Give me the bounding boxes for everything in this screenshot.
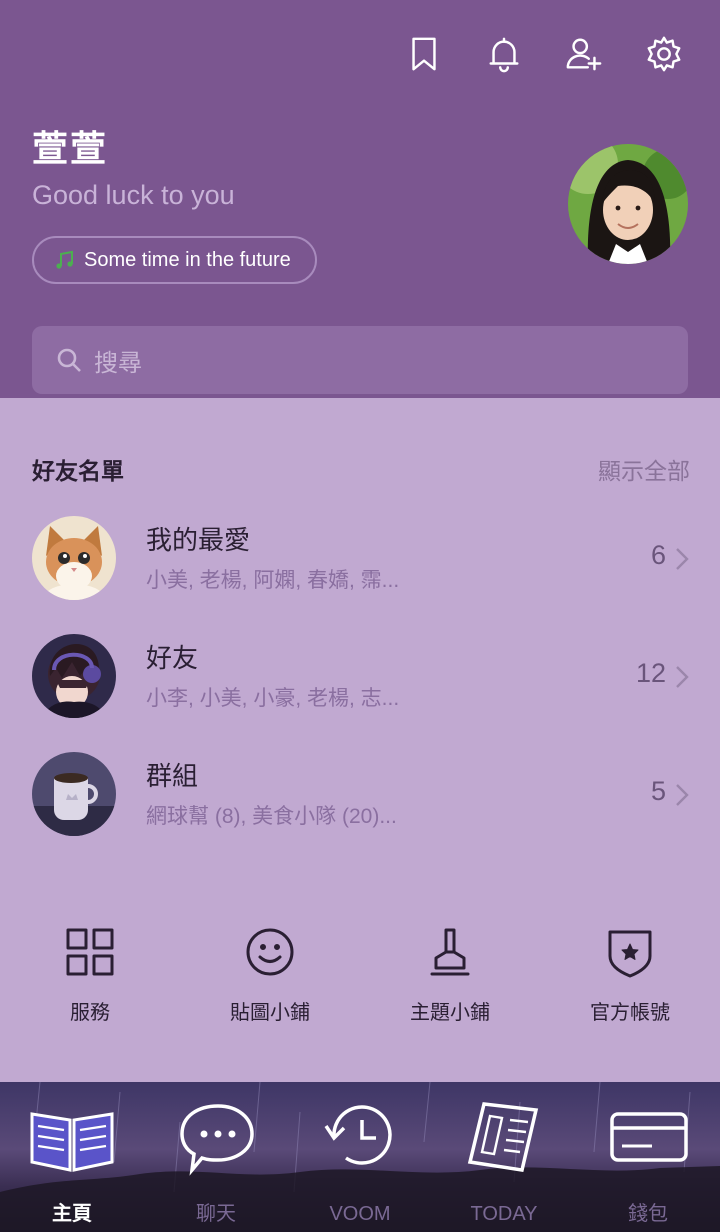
nav-voom[interactable]: VOOM (288, 1082, 432, 1232)
grid-icon (66, 928, 114, 976)
official-accounts-label: 官方帳號 (590, 1002, 670, 1024)
bell-icon[interactable] (484, 34, 524, 74)
nav-home-label: 主頁 (52, 1203, 92, 1225)
add-friend-icon[interactable] (564, 34, 604, 74)
nav-wallet[interactable]: 錢包 (576, 1082, 720, 1232)
clock-icon (324, 1105, 392, 1165)
service-button[interactable]: 服務 (0, 926, 180, 1025)
search-placeholder: 搜尋 (94, 349, 142, 377)
search-input[interactable]: 搜尋 (32, 326, 688, 394)
group-members: 小李, 小美, 小豪, 老楊, 志... (146, 687, 400, 710)
settings-icon[interactable] (644, 34, 684, 74)
top-toolbar (404, 34, 684, 74)
bookmark-icon[interactable] (404, 34, 444, 74)
group-title: 群組 (146, 761, 199, 791)
nav-voom-label: VOOM (329, 1203, 391, 1225)
group-count: 6 (650, 540, 666, 570)
brush-icon (430, 928, 470, 976)
show-all-link[interactable]: 顯示全部 (598, 452, 690, 486)
list-item-friends[interactable]: 好友 小李, 小美, 小豪, 老楊, 志... 12 (32, 634, 690, 720)
nav-home[interactable]: 主頁 (0, 1082, 144, 1232)
nav-today-label: TODAY (470, 1203, 538, 1225)
services-row: 服務 貼圖小鋪 主題小鋪 官方帳號 (0, 926, 720, 1025)
profile-avatar[interactable] (568, 144, 688, 264)
group-count: 5 (650, 776, 666, 806)
nav-today[interactable]: TODAY (432, 1082, 576, 1232)
newspaper-icon (467, 1102, 539, 1172)
chevron-right-icon (676, 666, 689, 688)
status-message[interactable]: Good luck to you (32, 180, 235, 211)
list-item-favorites[interactable]: 我的最愛 小美, 老楊, 阿嫻, 春嬌, 霈... 6 (32, 516, 690, 602)
theme-shop-button[interactable]: 主題小鋪 (360, 926, 540, 1025)
chevron-right-icon (676, 548, 689, 570)
music-note-icon (56, 250, 73, 269)
favorites-avatar (32, 516, 116, 600)
profile-header: 萱萱 Good luck to you Some time in the fut… (0, 0, 720, 398)
friends-avatar (32, 634, 116, 718)
music-title: Some time in the future (84, 248, 291, 271)
chat-bubble-icon (180, 1104, 254, 1176)
nav-chats-label: 聊天 (196, 1203, 236, 1225)
shield-star-icon (608, 930, 652, 978)
groups-avatar (32, 752, 116, 836)
official-accounts-button[interactable]: 官方帳號 (540, 926, 720, 1025)
profile-name[interactable]: 萱萱 (32, 120, 108, 172)
nav-wallet-label: 錢包 (628, 1203, 668, 1225)
group-title: 好友 (146, 643, 199, 673)
service-label: 服務 (70, 1002, 110, 1024)
theme-shop-label: 主題小鋪 (410, 1002, 490, 1024)
smiley-icon (246, 928, 294, 976)
group-members: 網球幫 (8), 美食小隊 (20)... (146, 805, 397, 828)
profile-music-button[interactable]: Some time in the future (32, 236, 317, 284)
bottom-nav: 主頁 聊天 VOOM TODAY 錢包 (0, 1082, 720, 1232)
wallet-card-icon (610, 1112, 688, 1162)
chevron-right-icon (676, 784, 689, 806)
nav-chats[interactable]: 聊天 (144, 1082, 288, 1232)
search-icon (57, 348, 81, 372)
friends-section-header: 好友名單 顯示全部 (32, 452, 690, 486)
book-icon (30, 1112, 114, 1172)
sticker-shop-button[interactable]: 貼圖小鋪 (180, 926, 360, 1025)
group-count: 12 (635, 658, 666, 688)
list-item-groups[interactable]: 群組 網球幫 (8), 美食小隊 (20)... 5 (32, 752, 690, 838)
group-members: 小美, 老楊, 阿嫻, 春嬌, 霈... (146, 569, 400, 592)
group-title: 我的最愛 (146, 525, 251, 555)
friends-title: 好友名單 (32, 458, 124, 484)
sticker-shop-label: 貼圖小鋪 (230, 1002, 310, 1024)
